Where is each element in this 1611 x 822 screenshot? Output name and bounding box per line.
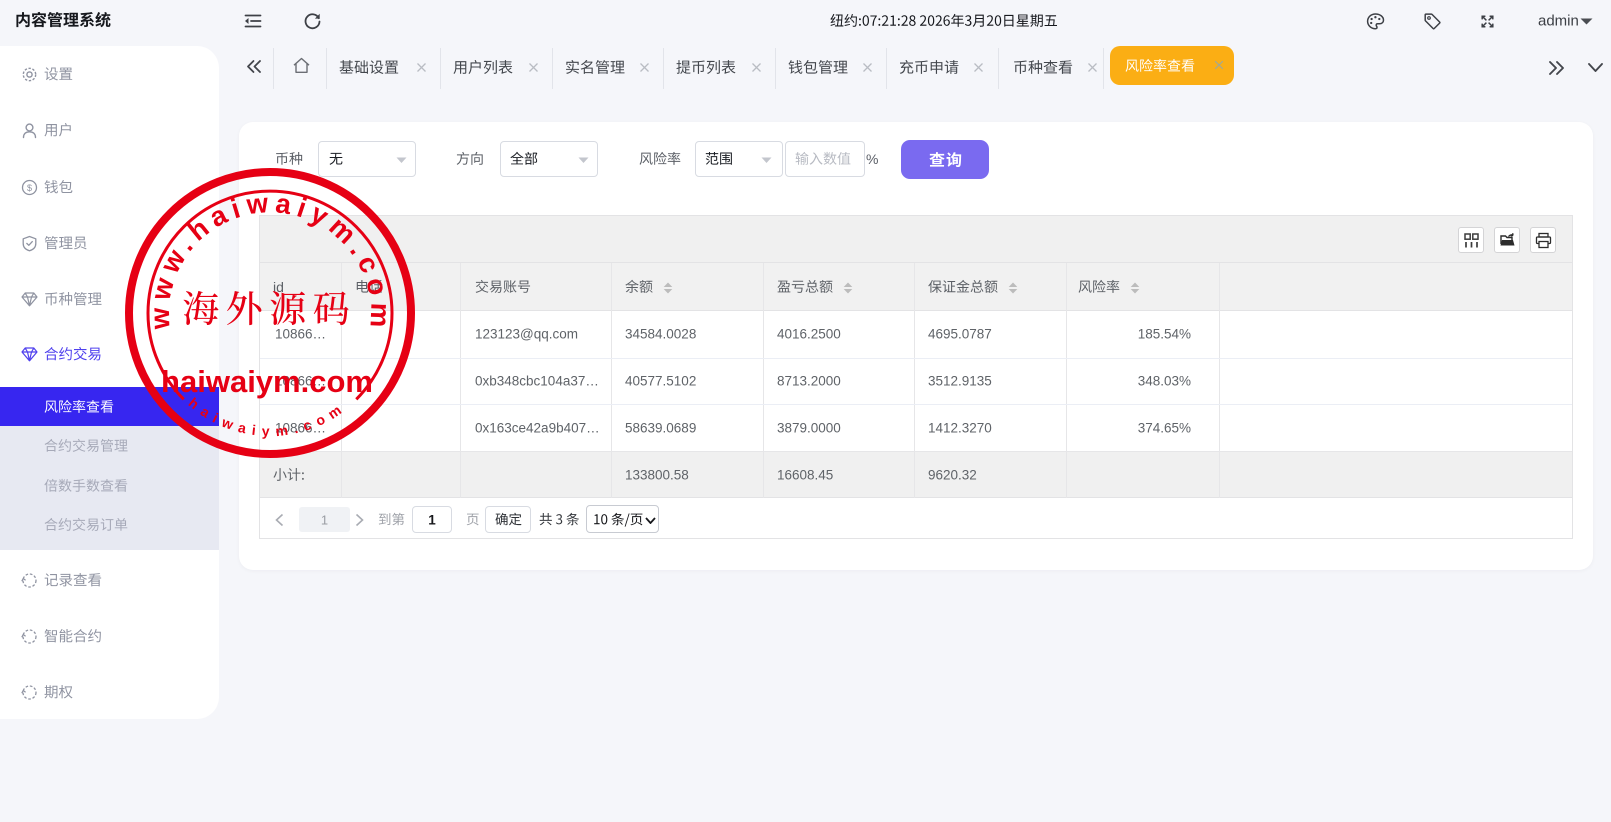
svg-text:haiwaiym.com: haiwaiym.com <box>161 364 373 399</box>
svg-text:$: $ <box>27 183 32 193</box>
svg-text:haiwaiym.com: haiwaiym.com <box>186 394 350 439</box>
svg-text:www.haiwaiym.com: www.haiwaiym.com <box>144 187 397 334</box>
